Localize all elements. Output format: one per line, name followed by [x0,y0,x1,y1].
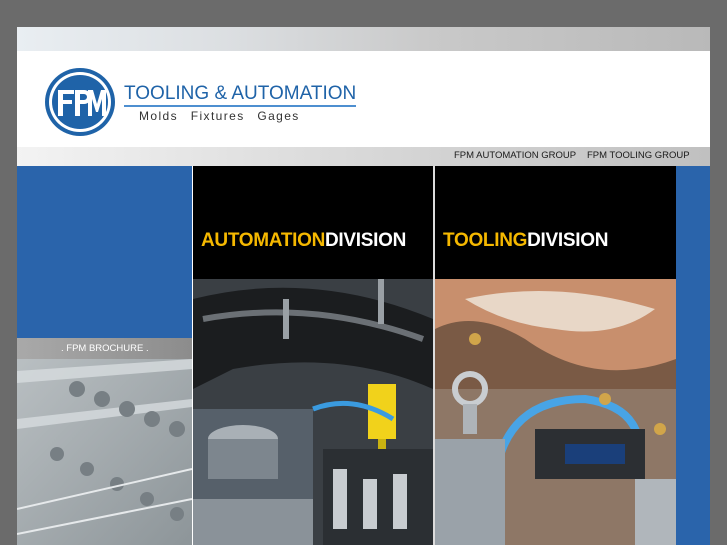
automation-photo [193,279,433,545]
division-word: DIVISION [527,230,609,251]
tooling-division-title[interactable]: TOOLINGDIVISION [443,230,608,252]
brochure-link[interactable]: . FPM BROCHURE . [61,343,149,354]
brand-title: TOOLING & AUTOMATION [124,83,357,104]
tooling-division-panel[interactable]: TOOLINGDIVISION [435,166,676,545]
automation-word: AUTOMATION [201,230,326,251]
tooling-word: TOOLING [443,230,528,251]
brand-rule [124,105,356,107]
left-blue-panel [17,166,192,338]
page-frame: TOOLING & AUTOMATION Molds Fixtures Gage… [17,27,710,545]
automation-division-panel[interactable]: AUTOMATIONDIVISION [193,166,433,545]
nav-tooling-group-link[interactable]: FPM TOOLING GROUP [587,150,690,161]
mold-photo [17,359,192,545]
division-word: DIVISION [325,230,407,251]
top-strip [17,27,710,51]
right-blue-panel [676,166,710,545]
automation-division-title[interactable]: AUTOMATIONDIVISION [201,230,406,252]
fpm-logo-icon[interactable] [44,66,116,138]
nav-automation-group-link[interactable]: FPM AUTOMATION GROUP [454,150,576,161]
header [17,51,710,147]
tooling-photo [435,279,676,545]
brand-subtitle: Molds Fixtures Gages [139,109,300,123]
